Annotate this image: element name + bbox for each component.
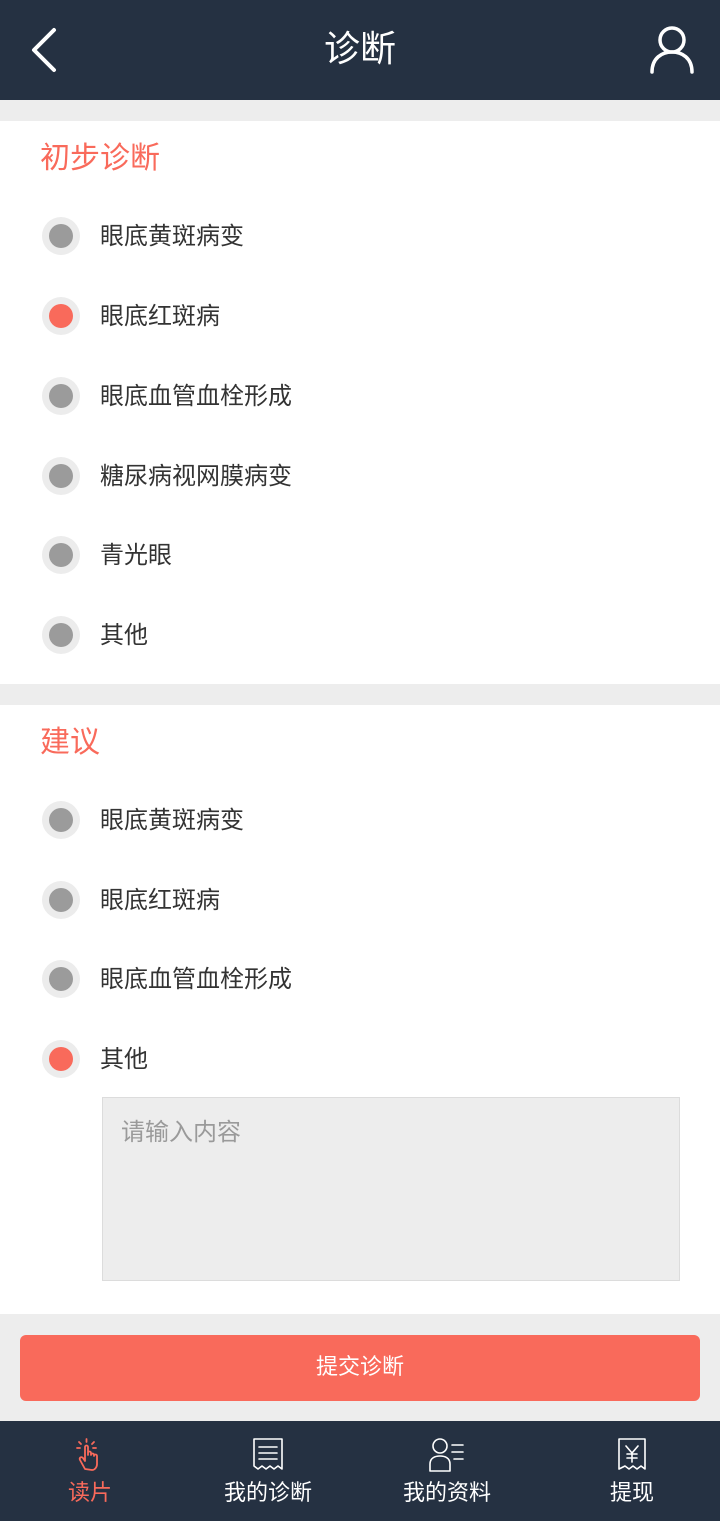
suggestion-option[interactable]: 眼底血管血栓形成 — [40, 949, 680, 1009]
submit-diagnosis-button[interactable]: 提交诊断 — [20, 1335, 700, 1401]
option-label: 眼底血管血栓形成 — [100, 382, 292, 410]
tab-my-profile[interactable]: 我的资料 — [357, 1421, 537, 1521]
option-label: 青光眼 — [100, 541, 172, 569]
suggestion-section-title: 建议 — [40, 725, 100, 760]
radio-button[interactable] — [42, 536, 80, 574]
option-label: 眼底血管血栓形成 — [100, 965, 292, 993]
diagnosis-option[interactable]: 糖尿病视网膜病变 — [40, 446, 680, 506]
document-list-icon — [253, 1438, 283, 1470]
tab-label: 提现 — [609, 1481, 654, 1506]
radio-button[interactable] — [42, 960, 80, 998]
suggestion-option[interactable]: 其他 — [40, 1029, 680, 1089]
option-label: 眼底红斑病 — [100, 302, 220, 330]
radio-button[interactable] — [42, 297, 80, 335]
user-icon — [650, 26, 694, 74]
radio-button[interactable] — [42, 801, 80, 839]
hand-tap-icon — [76, 1438, 98, 1471]
suggestion-option[interactable]: 眼底红斑病 — [40, 870, 680, 930]
diagnosis-option[interactable]: 其他 — [40, 605, 680, 665]
page-title: 诊断 — [323, 29, 396, 70]
diagnosis-option[interactable]: 青光眼 — [40, 525, 680, 585]
yuan-receipt-icon — [618, 1438, 646, 1470]
suggestion-section: 建议 眼底黄斑病变 眼底红斑病 眼底血管血栓形成 其他 — [0, 705, 720, 1314]
bottom-tab-bar: 读片 我的诊断 我的资料 提现 — [0, 1421, 720, 1521]
option-label: 其他 — [100, 621, 148, 649]
other-suggestion-input[interactable] — [102, 1097, 680, 1281]
option-label: 眼底黄斑病变 — [100, 806, 244, 834]
profile-icon — [429, 1438, 464, 1472]
user-profile-button[interactable] — [648, 24, 696, 76]
radio-button[interactable] — [42, 217, 80, 255]
tab-label: 我的诊断 — [223, 1481, 312, 1506]
tab-label: 我的资料 — [402, 1481, 491, 1506]
option-label: 其他 — [100, 1045, 148, 1073]
radio-button[interactable] — [42, 457, 80, 495]
top-nav-bar: 诊断 — [0, 0, 720, 100]
option-label: 糖尿病视网膜病变 — [100, 462, 292, 490]
option-label: 眼底黄斑病变 — [100, 222, 244, 250]
radio-button[interactable] — [42, 881, 80, 919]
diagnosis-option[interactable]: 眼底黄斑病变 — [40, 206, 680, 266]
tab-my-diagnosis[interactable]: 我的诊断 — [178, 1421, 358, 1521]
radio-button[interactable] — [42, 1040, 80, 1078]
tab-label: 读片 — [67, 1481, 112, 1506]
radio-button[interactable] — [42, 616, 80, 654]
diagnosis-section: 初步诊断 眼底黄斑病变 眼底红斑病 眼底血管血栓形成 糖尿病视网膜病变 青光眼 … — [0, 121, 720, 684]
diagnosis-section-title: 初步诊断 — [40, 141, 160, 176]
radio-button[interactable] — [42, 377, 80, 415]
tab-read-image[interactable]: 读片 — [0, 1421, 180, 1521]
diagnosis-option[interactable]: 眼底血管血栓形成 — [40, 366, 680, 426]
suggestion-option[interactable]: 眼底黄斑病变 — [40, 790, 680, 850]
tab-withdraw[interactable]: 提现 — [542, 1421, 720, 1521]
option-label: 眼底红斑病 — [100, 886, 220, 914]
diagnosis-option[interactable]: 眼底红斑病 — [40, 286, 680, 346]
